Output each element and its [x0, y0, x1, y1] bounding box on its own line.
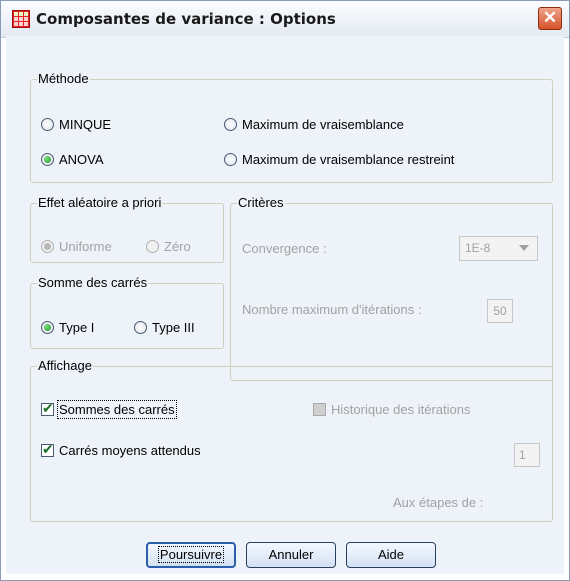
radio-icon — [224, 153, 237, 166]
radio-maximum-vraisemblance-restreint[interactable]: Maximum de vraisemblance restreint — [224, 152, 454, 168]
dialog-title: Composantes de variance : Options — [36, 10, 336, 28]
convergence-select[interactable]: 1E-8 — [459, 236, 538, 261]
close-icon: ✕ — [542, 8, 558, 27]
radio-selected-icon — [41, 153, 54, 166]
radio-icon — [224, 118, 237, 131]
radio-uniforme[interactable]: Uniforme — [41, 239, 112, 255]
checkbox-sommes-des-carres[interactable]: Sommes des carrés — [41, 400, 177, 419]
effet-group-label: Effet aléatoire a priori — [37, 195, 163, 211]
steps-label: Aux étapes de : — [393, 495, 484, 510]
radio-zero[interactable]: Zéro — [146, 239, 191, 255]
checkbox-historique-iterations[interactable]: Historique des itérations — [313, 402, 470, 418]
radio-selected-icon — [41, 321, 54, 334]
somme-group: Somme des carrés — [30, 275, 224, 349]
close-button[interactable]: ✕ — [538, 7, 562, 30]
poursuivre-button[interactable]: Poursuivre — [146, 542, 236, 568]
annuler-button[interactable]: Annuler — [246, 542, 336, 568]
criteres-group-label: Critères — [237, 195, 285, 211]
convergence-label: Convergence : — [242, 241, 327, 256]
aide-button[interactable]: Aide — [346, 542, 436, 568]
radio-maximum-vraisemblance[interactable]: Maximum de vraisemblance — [224, 117, 404, 133]
radio-selected-icon — [41, 240, 54, 253]
somme-group-label: Somme des carrés — [37, 275, 149, 291]
radio-minque[interactable]: MINQUE — [41, 117, 111, 133]
spreadsheet-icon — [12, 10, 30, 28]
max-iter-input[interactable]: 50 — [487, 299, 513, 323]
radio-icon — [146, 240, 159, 253]
title-bar[interactable]: Composantes de variance : Options ✕ — [1, 1, 569, 38]
radio-icon — [41, 118, 54, 131]
affichage-group-label: Affichage — [37, 358, 93, 374]
checkbox-disabled-icon — [313, 403, 326, 416]
methode-group-label: Méthode — [37, 71, 90, 87]
checkbox-checked-icon — [41, 441, 54, 457]
checkbox-checked-icon — [41, 400, 54, 416]
radio-icon — [134, 321, 147, 334]
steps-input[interactable]: 1 — [514, 443, 540, 467]
max-iter-label: Nombre maximum d'itérations : — [242, 302, 422, 317]
dialog-content: Méthode MINQUE ANOVA Maximum de vraisemb… — [6, 36, 564, 574]
checkbox-carres-moyens-attendus[interactable]: Carrés moyens attendus — [41, 441, 201, 459]
radio-type-iii[interactable]: Type III — [134, 320, 195, 336]
criteres-group: Critères — [230, 195, 553, 381]
chevron-down-icon — [519, 245, 529, 251]
radio-anova[interactable]: ANOVA — [41, 152, 104, 168]
radio-type-i[interactable]: Type I — [41, 320, 94, 336]
